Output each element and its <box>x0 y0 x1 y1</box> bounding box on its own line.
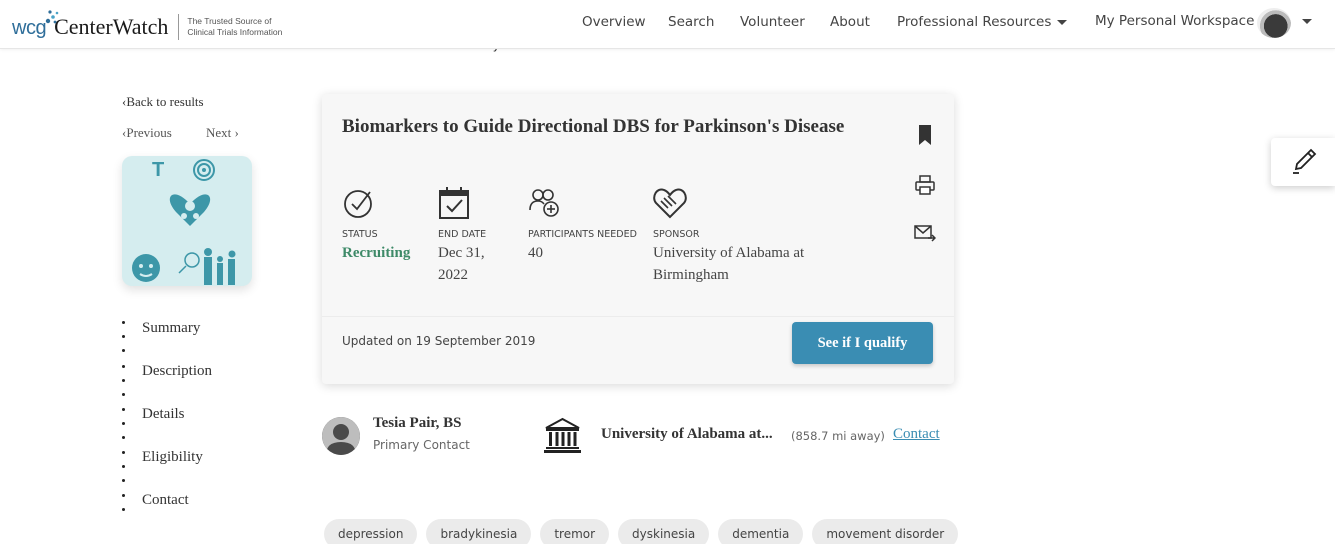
contact-link[interactable]: Contact <box>893 426 940 443</box>
end-date-label: END DATE <box>438 229 487 240</box>
status-value: Recruiting <box>342 245 411 261</box>
bullet-dot <box>122 365 125 368</box>
nav-overview[interactable]: Overview <box>582 14 646 30</box>
study-title: Biomarkers to Guide Directional DBS for … <box>342 116 845 137</box>
institution-building-icon <box>544 417 581 453</box>
participants-label: PARTICIPANTS NEEDED <box>528 229 637 240</box>
nav-search[interactable]: Search <box>668 14 714 30</box>
previous-link[interactable]: ‹Previous <box>122 125 172 141</box>
nav-volunteer[interactable]: Volunteer <box>740 14 805 30</box>
updated-date: Updated on 19 September 2019 <box>342 334 536 348</box>
add-people-icon <box>529 189 559 217</box>
chevron-down-icon <box>1057 19 1068 25</box>
site-header: wcg CenterWatch The Trusted Source of Cl… <box>0 0 1335 49</box>
back-to-results-link[interactable]: ‹Back to results <box>122 94 204 110</box>
contact-name: Tesia Pair, BS <box>373 415 462 431</box>
study-thumbnail: T <box>122 156 252 286</box>
tag-chip[interactable]: movement disorder <box>812 519 959 544</box>
logo-tagline-line-1: The Trusted Source of <box>187 16 272 26</box>
nav-professional-resources[interactable]: Professional Resources <box>897 14 1068 30</box>
previous-label: Previous <box>126 125 172 140</box>
nav-professional-label: Professional Resources <box>897 14 1052 30</box>
tag-chip[interactable]: dyskinesia <box>618 519 710 544</box>
stat-end-date: END DATE Dec 31, 2022 <box>438 186 518 286</box>
status-label: STATUS <box>342 229 378 240</box>
chevron-right-icon: › <box>234 125 239 140</box>
section-link-summary[interactable]: Summary <box>142 320 200 337</box>
back-label: Back to results <box>126 94 204 109</box>
nav-workspace[interactable]: My Personal Workspace <box>1095 13 1254 29</box>
stat-participants: PARTICIPANTS NEEDED 40 <box>528 186 637 264</box>
print-icon[interactable] <box>914 174 936 196</box>
handshake-heart-icon <box>653 188 687 219</box>
site-logo[interactable]: wcg CenterWatch The Trusted Source of Cl… <box>12 4 297 44</box>
thumb-letter: T <box>152 159 164 181</box>
see-if-i-qualify-button[interactable]: See if I qualify <box>792 322 933 364</box>
user-silhouette-icon <box>322 417 360 455</box>
bullet-dot <box>122 465 125 468</box>
sponsor-value: University of Alabama at Birmingham <box>653 245 805 283</box>
tag-chip[interactable]: bradykinesia <box>426 519 532 544</box>
tag-chip[interactable]: tremor <box>540 519 610 544</box>
bookmark-icon[interactable] <box>914 124 936 146</box>
chevron-down-icon[interactable] <box>1302 19 1312 24</box>
contact-avatar <box>322 417 360 455</box>
institution-name: University of Alabama at... <box>601 426 773 442</box>
bullet-dot <box>122 408 125 411</box>
end-date-value: Dec 31, 2022 <box>438 245 485 283</box>
section-link-contact[interactable]: Contact <box>142 492 189 509</box>
logo-brand: CenterWatch <box>54 14 169 39</box>
study-illustration-icon: T <box>132 159 236 285</box>
bullet-dot <box>122 393 125 396</box>
nav-about[interactable]: About <box>830 14 870 30</box>
logo-wcg: wcg <box>12 16 47 39</box>
next-link[interactable]: Next › <box>206 125 239 141</box>
contact-role: Primary Contact <box>373 438 470 452</box>
condition-tags: depression bradykinesia tremor dyskinesi… <box>324 519 959 544</box>
bullet-dot <box>122 479 125 482</box>
section-link-details[interactable]: Details <box>142 406 185 423</box>
logo-tagline: The Trusted Source of Clinical Trials In… <box>187 16 297 38</box>
bullet-dot <box>122 349 125 352</box>
logo-tagline-line-2: Clinical Trials Information <box>187 27 283 37</box>
tag-chip[interactable]: dementia <box>718 519 804 544</box>
bullet-dot <box>122 436 125 439</box>
card-divider <box>322 316 954 317</box>
check-circle-icon <box>344 190 372 218</box>
study-card: Biomarkers to Guide Directional DBS for … <box>322 94 954 384</box>
bullet-dot <box>122 508 125 511</box>
logo-dots-icon <box>45 10 59 24</box>
stat-sponsor: SPONSOR University of Alabama at Birming… <box>653 186 863 286</box>
bullet-dot <box>122 451 125 454</box>
section-link-description[interactable]: Description <box>142 363 212 380</box>
participants-value: 40 <box>528 245 543 261</box>
logo-divider <box>178 14 180 40</box>
calendar-check-icon <box>439 187 469 219</box>
bullet-dot <box>122 379 125 382</box>
bullet-dot <box>122 494 125 497</box>
bullet-dot <box>122 422 125 425</box>
section-link-eligibility[interactable]: Eligibility <box>142 449 203 466</box>
institution-distance: (858.7 mi away) <box>791 429 885 443</box>
highlighter-pen-icon <box>1293 148 1317 174</box>
bullet-dot <box>122 321 125 324</box>
bullet-dot <box>122 335 125 338</box>
stat-status: STATUS Recruiting <box>342 186 410 264</box>
email-share-icon[interactable] <box>914 222 936 244</box>
next-label: Next <box>206 125 232 140</box>
tag-chip[interactable]: depression <box>324 519 418 544</box>
sponsor-label: SPONSOR <box>653 229 700 240</box>
highlighter-tab[interactable] <box>1271 138 1335 186</box>
user-avatar[interactable] <box>1257 8 1291 38</box>
